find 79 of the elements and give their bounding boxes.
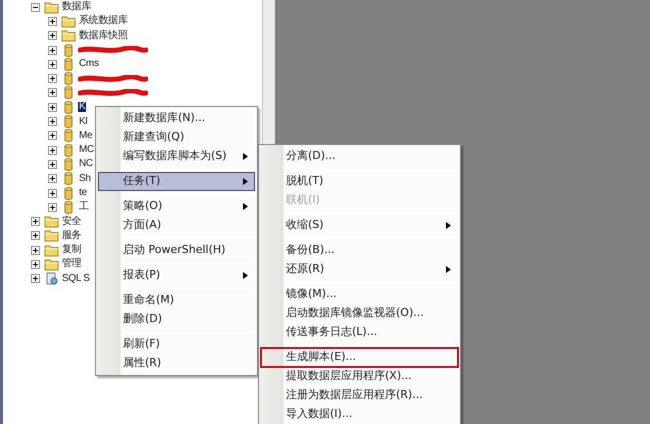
menu-item[interactable]: 启动数据库镜像监视器(O)... — [261, 304, 458, 323]
menu-item[interactable]: 注册为数据层应用程序(R)... — [261, 386, 458, 405]
menu-item[interactable]: 脱机(T) — [261, 172, 458, 191]
menu-item[interactable]: 方面(A) — [98, 216, 255, 235]
submenu-arrow-icon — [243, 178, 248, 185]
menu-item[interactable]: 删除(D) — [98, 310, 255, 329]
expand-icon[interactable] — [48, 174, 57, 184]
expand-icon[interactable] — [48, 88, 57, 98]
tree-item[interactable]: 复制 — [61, 245, 82, 256]
folder-icon — [44, 215, 59, 228]
tree-item[interactable]: 数据库 — [61, 2, 92, 12]
tree-item[interactable]: 数据库快照 — [78, 30, 129, 41]
menu-item[interactable]: 提取数据层应用程序(X)... — [261, 367, 458, 386]
expand-icon[interactable] — [48, 188, 57, 198]
redaction-scribble — [78, 74, 148, 83]
tree-item[interactable]: Kl — [78, 116, 88, 127]
tree-item[interactable]: 安全 — [61, 216, 82, 227]
expand-icon[interactable] — [31, 260, 40, 269]
expand-icon[interactable] — [31, 274, 40, 284]
menu-item[interactable]: 传送事务日志(L)... — [261, 323, 458, 342]
expand-icon[interactable] — [31, 246, 40, 255]
menu-item[interactable]: 分离(D)... — [261, 147, 458, 166]
folder-icon — [44, 258, 59, 271]
folder-icon — [44, 229, 59, 242]
expand-icon[interactable] — [48, 31, 57, 40]
submenu-arrow-icon — [243, 153, 248, 160]
tree-item[interactable]: Cms — [78, 59, 100, 70]
menu-item[interactable]: 收缩(S) — [261, 216, 458, 235]
submenu-arrow-icon — [446, 222, 451, 229]
expand-icon[interactable] — [48, 46, 57, 55]
redaction-scribble — [78, 46, 148, 54]
submenu-arrow-icon — [243, 203, 248, 210]
tree-item[interactable]: Me — [78, 130, 94, 141]
folder-icon — [44, 0, 59, 14]
tree-item[interactable]: NC — [78, 159, 94, 170]
menu-item[interactable]: 刷新(F) — [98, 335, 255, 354]
tree-item[interactable]: 管理 — [61, 259, 82, 270]
submenu-arrow-icon — [243, 272, 248, 279]
menu-item[interactable]: 策略(O) — [98, 197, 255, 216]
menu-item[interactable]: 新建数据库(N)... — [98, 109, 255, 128]
menu-item[interactable]: 备份(B)... — [261, 241, 458, 260]
menu-item[interactable]: 编写数据库脚本为(S) — [98, 147, 255, 166]
menu-item[interactable]: 还原(R) — [261, 260, 458, 279]
tree-item[interactable]: te — [78, 188, 88, 198]
expand-icon[interactable] — [48, 74, 57, 84]
expand-icon[interactable] — [48, 202, 57, 212]
menu-item[interactable]: 报表(P) — [98, 266, 255, 285]
folder-icon — [61, 14, 76, 28]
menu-item[interactable]: 生成脚本(E)... — [261, 348, 458, 367]
folder-icon — [44, 244, 59, 257]
folder-icon — [61, 29, 76, 42]
expand-icon[interactable] — [31, 231, 40, 240]
expand-icon[interactable] — [48, 60, 57, 69]
tree-item[interactable]: MC — [78, 145, 95, 156]
expand-icon[interactable] — [48, 102, 57, 112]
expand-icon[interactable] — [48, 16, 57, 26]
expand-icon[interactable] — [48, 131, 57, 140]
tree-item[interactable]: 系统数据库 — [78, 16, 129, 26]
tree-item[interactable]: 服务 — [61, 230, 82, 241]
tree-item[interactable]: SQL S — [61, 274, 91, 284]
menu-item[interactable]: 重命名(M) — [98, 291, 255, 310]
menu-item[interactable]: 导入数据(I)... — [261, 405, 458, 424]
tree-item[interactable]: K — [78, 102, 86, 112]
menu-item[interactable]: 属性(R) — [98, 354, 255, 373]
expand-icon[interactable] — [31, 217, 40, 226]
menu-item[interactable]: 任务(T) — [98, 172, 255, 191]
scrollbar[interactable] — [262, 0, 275, 144]
tree-item[interactable]: 工 — [78, 202, 90, 212]
expand-icon[interactable] — [48, 117, 57, 126]
expand-icon[interactable] — [48, 160, 57, 169]
submenu-arrow-icon — [446, 266, 451, 273]
redaction-scribble — [78, 88, 148, 97]
menu-item[interactable]: 镜像(M)... — [261, 285, 458, 304]
collapse-icon[interactable] — [31, 2, 40, 12]
tree-item[interactable]: Sh — [78, 174, 92, 184]
menu-item[interactable]: 新建查询(Q) — [98, 128, 255, 147]
agent-icon — [44, 272, 59, 286]
expand-icon[interactable] — [48, 146, 57, 155]
menu-item[interactable]: 启动 PowerShell(H) — [98, 241, 255, 260]
